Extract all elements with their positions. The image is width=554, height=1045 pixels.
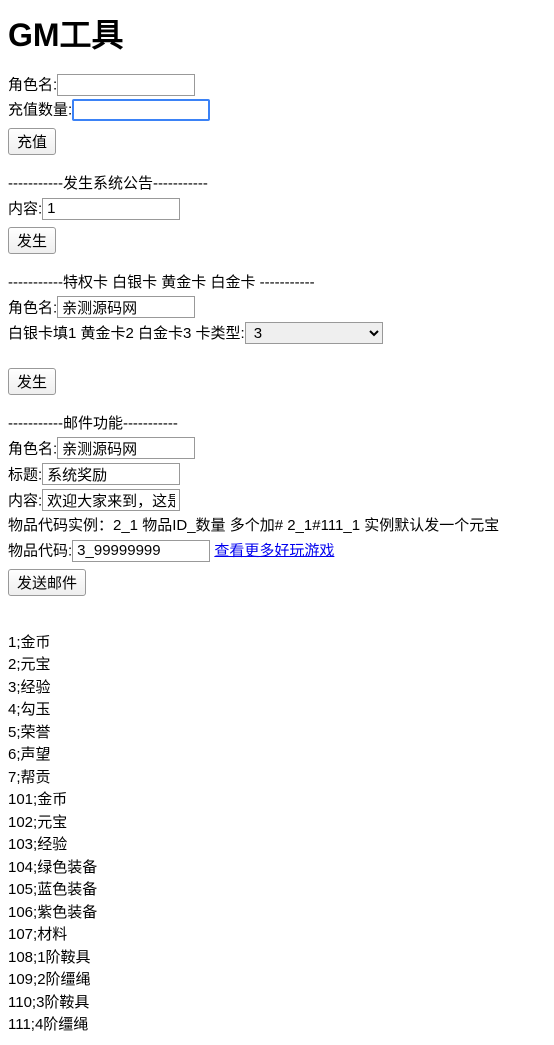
list-item: 1;金币 [8,632,546,655]
list-item: 105;蓝色装备 [8,879,546,902]
page-title: GM工具 [8,10,546,56]
announce-divider: -----------发生系统公告----------- [8,173,546,196]
list-item: 6;声望 [8,744,546,767]
mail-content-label: 内容: [8,493,42,510]
mail-item-code-label: 物品代码: [8,542,72,559]
list-item: 4;勾玉 [8,699,546,722]
announce-content-input[interactable] [42,198,180,220]
list-item: 103;经验 [8,834,546,857]
recharge-role-label: 角色名: [8,77,57,94]
cards-button[interactable]: 发生 [8,368,56,395]
cards-type-label: 白银卡填1 黄金卡2 白金卡3 卡类型: [8,325,245,342]
list-item: 108;1阶鞍具 [8,947,546,970]
list-item: 107;材料 [8,924,546,947]
cards-type-select[interactable]: 3 [245,322,383,344]
send-mail-button[interactable]: 发送邮件 [8,569,86,596]
mail-divider: -----------邮件功能----------- [8,413,546,436]
list-item: 104;绿色装备 [8,857,546,880]
recharge-role-input[interactable] [57,74,195,96]
mail-content-input[interactable] [42,489,180,511]
list-item: 110;3阶鞍具 [8,992,546,1015]
announce-button[interactable]: 发生 [8,227,56,254]
mail-item-example: 物品代码实例：2_1 物品ID_数量 多个加# 2_1#111_1 实例默认发一… [8,515,546,538]
recharge-amount-input[interactable] [72,99,210,121]
mail-title-label: 标题: [8,467,42,484]
recharge-button[interactable]: 充值 [8,128,56,155]
mail-role-label: 角色名: [8,441,57,458]
list-item: 3;经验 [8,677,546,700]
mail-role-input[interactable] [57,437,195,459]
list-item: 102;元宝 [8,812,546,835]
list-item: 106;紫色装备 [8,902,546,925]
more-games-link[interactable]: 查看更多好玩游戏 [214,542,334,559]
list-item: 7;帮贡 [8,767,546,790]
list-item: 2;元宝 [8,654,546,677]
cards-role-input[interactable] [57,296,195,318]
mail-title-input[interactable] [42,463,180,485]
recharge-amount-label: 充值数量: [8,102,72,119]
list-item: 101;金币 [8,789,546,812]
cards-role-label: 角色名: [8,300,57,317]
list-item: 5;荣誉 [8,722,546,745]
announce-content-label: 内容: [8,200,42,217]
item-list: 1;金币 2;元宝 3;经验 4;勾玉 5;荣誉 6;声望 7;帮贡 101;金… [8,632,546,1037]
mail-item-code-input[interactable] [72,540,210,562]
cards-divider: -----------特权卡 白银卡 黄金卡 白金卡 ----------- [8,272,546,295]
list-item: 109;2阶缰绳 [8,969,546,992]
list-item: 111;4阶缰绳 [8,1014,546,1037]
